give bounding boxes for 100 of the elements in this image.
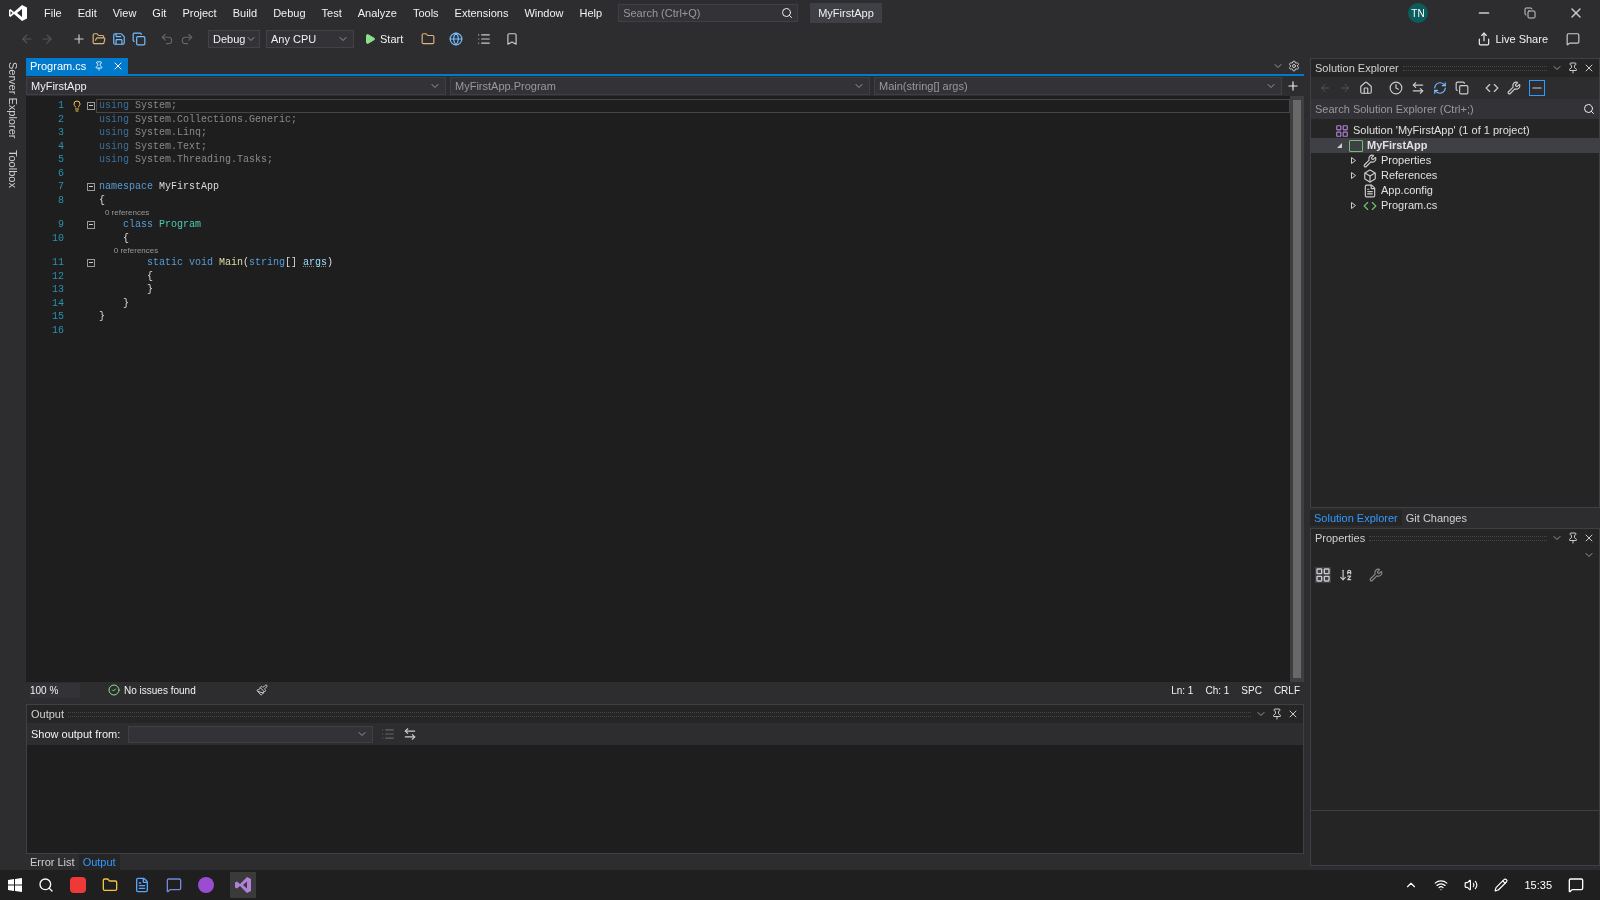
- vertical-scrollbar[interactable]: [1290, 96, 1304, 682]
- member-dropdown[interactable]: Main(string[] args): [874, 77, 1282, 95]
- settings-icon[interactable]: [1288, 60, 1300, 72]
- zoom-dropdown[interactable]: 100 %: [30, 682, 80, 698]
- collapsed-arrow-icon[interactable]: [1349, 157, 1357, 164]
- project-dropdown[interactable]: MyFirstApp: [26, 77, 446, 95]
- app-window-icon[interactable]: [134, 877, 150, 893]
- type-dropdown[interactable]: MyFirstApp.Program: [450, 77, 870, 95]
- code-editor-app-icon[interactable]: [230, 872, 256, 898]
- menu-item[interactable]: View: [104, 4, 145, 22]
- tree-item[interactable]: MyFirstApp: [1311, 138, 1599, 153]
- menu-item[interactable]: Analyze: [349, 4, 405, 22]
- codelens-references[interactable]: 0 references: [96, 244, 159, 257]
- pin-icon[interactable]: [1567, 62, 1579, 74]
- configuration-dropdown[interactable]: Debug: [208, 30, 260, 48]
- column-status: Ch: 1: [1205, 683, 1230, 698]
- close-icon[interactable]: [1287, 708, 1299, 720]
- close-icon[interactable]: [1583, 532, 1595, 544]
- restore-icon[interactable]: [1524, 7, 1536, 19]
- expanded-arrow-icon[interactable]: [1335, 142, 1343, 149]
- live-share-button[interactable]: Live Share: [1477, 30, 1548, 48]
- editor-tab[interactable]: Program.cs: [26, 58, 129, 74]
- collapsed-arrow-icon[interactable]: [1349, 172, 1357, 179]
- wrench-icon[interactable]: [1369, 568, 1383, 582]
- refresh-icon[interactable]: [1433, 81, 1447, 95]
- search-field[interactable]: Search Solution Explorer (Ctrl+;): [1311, 99, 1599, 119]
- platform-dropdown[interactable]: Any CPU: [266, 30, 354, 48]
- wrench-icon[interactable]: [1507, 81, 1521, 95]
- brush-icon[interactable]: [255, 684, 268, 696]
- pin-icon[interactable]: [1271, 708, 1283, 720]
- pen-icon[interactable]: [1494, 878, 1509, 892]
- play-icon[interactable]: [364, 33, 376, 45]
- tree-item[interactable]: Program.cs: [1311, 198, 1599, 213]
- folder-icon[interactable]: [102, 877, 118, 893]
- collapse-icon[interactable]: [87, 220, 95, 229]
- share-icon[interactable]: [1477, 32, 1492, 46]
- list-icon[interactable]: [477, 32, 492, 46]
- user-avatar[interactable]: TN: [1408, 3, 1428, 23]
- tree-item[interactable]: Properties: [1311, 153, 1599, 168]
- search-icon[interactable]: [781, 7, 794, 19]
- preview-icon[interactable]: [1529, 80, 1545, 96]
- browser-icon[interactable]: [449, 32, 464, 46]
- clock-icon[interactable]: [1389, 81, 1403, 95]
- close-icon[interactable]: [1583, 62, 1595, 74]
- menu-item[interactable]: Window: [516, 4, 572, 22]
- collapse-icon[interactable]: [87, 182, 95, 191]
- sort-icon[interactable]: [1339, 568, 1353, 582]
- folder-icon[interactable]: [421, 32, 436, 46]
- search-icon[interactable]: [1583, 103, 1595, 115]
- notifications-icon[interactable]: [1568, 877, 1584, 893]
- search-icon[interactable]: [38, 877, 54, 893]
- menu-item[interactable]: Project: [174, 4, 225, 22]
- chat-app-icon[interactable]: [166, 877, 182, 893]
- menu-item[interactable]: Help: [571, 4, 611, 22]
- issues-status[interactable]: No issues found: [124, 682, 196, 698]
- word-wrap-icon[interactable]: [403, 727, 418, 741]
- menu-item[interactable]: Extensions: [446, 4, 517, 22]
- menu-item[interactable]: Edit: [69, 4, 105, 22]
- save-all-icon[interactable]: [132, 32, 146, 46]
- feedback-icon[interactable]: [1566, 32, 1580, 46]
- side-tab[interactable]: Toolbox: [4, 150, 22, 189]
- menu-item[interactable]: Debug: [265, 4, 314, 22]
- copy-icon[interactable]: [1455, 81, 1469, 95]
- sync-icon[interactable]: [1411, 81, 1425, 95]
- menu-item[interactable]: Test: [313, 4, 350, 22]
- redo-icon[interactable]: [180, 32, 194, 46]
- search-field[interactable]: Search (Ctrl+Q): [618, 4, 799, 22]
- tree-item[interactable]: Solution 'MyFirstApp' (1 of 1 project): [1311, 123, 1599, 138]
- pin-icon[interactable]: [1567, 532, 1579, 544]
- tree-item[interactable]: App.config: [1311, 183, 1599, 198]
- split-icon[interactable]: [1286, 79, 1300, 93]
- menu-item[interactable]: File: [36, 4, 70, 22]
- codelens-references[interactable]: 0 references: [96, 206, 150, 219]
- panel-tab[interactable]: Solution Explorer: [1310, 509, 1402, 527]
- start-icon[interactable]: [8, 878, 22, 892]
- panel-tab[interactable]: Error List: [26, 853, 79, 871]
- side-tab[interactable]: Server Explorer: [4, 62, 22, 139]
- collapse-icon[interactable]: [87, 101, 95, 110]
- clock-time[interactable]: 15:35: [1524, 876, 1552, 894]
- code-icon[interactable]: [1485, 81, 1499, 95]
- menu-item[interactable]: Tools: [404, 4, 447, 22]
- menu-item[interactable]: Git: [144, 4, 175, 22]
- lightbulb-icon[interactable]: [71, 99, 83, 112]
- panel-tab[interactable]: Git Changes: [1401, 509, 1471, 527]
- bookmark-icon[interactable]: [505, 32, 520, 46]
- open-folder-icon[interactable]: [92, 32, 106, 46]
- tree-item[interactable]: References: [1311, 168, 1599, 183]
- browser-app-icon[interactable]: [70, 877, 86, 893]
- menu-item[interactable]: Build: [224, 4, 266, 22]
- collapse-icon[interactable]: [87, 258, 95, 267]
- save-icon[interactable]: [112, 32, 126, 46]
- collapsed-arrow-icon[interactable]: [1349, 202, 1357, 209]
- home-icon[interactable]: [1359, 81, 1373, 95]
- new-item-icon[interactable]: [72, 32, 86, 46]
- categorized-icon[interactable]: [1315, 567, 1331, 583]
- volume-icon[interactable]: [1464, 878, 1479, 892]
- circle-app-icon[interactable]: [198, 877, 214, 893]
- undo-icon[interactable]: [160, 32, 174, 46]
- network-icon[interactable]: [1434, 878, 1449, 892]
- start-button[interactable]: Start: [360, 30, 408, 48]
